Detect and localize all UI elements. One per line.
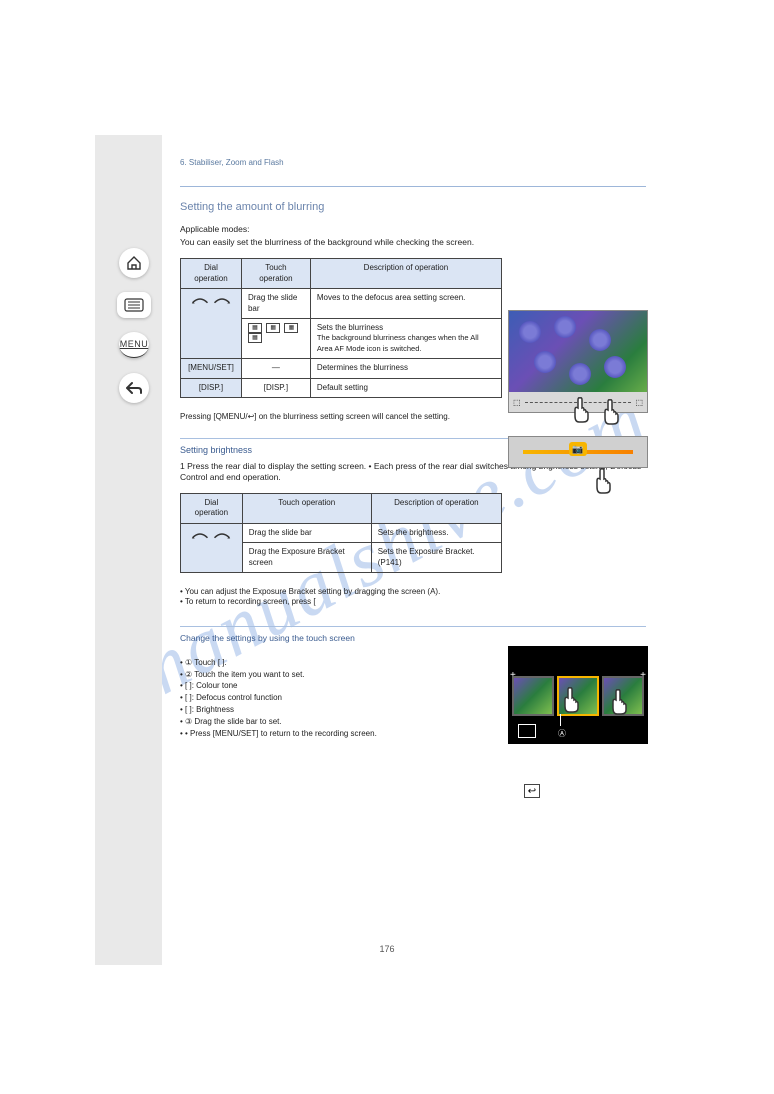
mode-icon: ▦ [284, 323, 298, 333]
home-icon[interactable] [119, 248, 149, 278]
desc-cell: Default setting [310, 378, 501, 397]
section-divider [180, 186, 646, 187]
desc-cell: Sets the brightness. [371, 523, 501, 542]
operations-table-2: Dial operation Touch operation Descripti… [180, 493, 502, 573]
touch-hand-icon [608, 688, 632, 716]
slider-right-icon: ⬚ [635, 398, 643, 407]
exposure-bracket-note: • You can adjust the Exposure Bracket se… [180, 587, 650, 597]
th-desc: Description of operation [371, 494, 501, 524]
desc-cell: Moves to the defocus area setting screen… [310, 289, 501, 319]
applicable-modes-label: Applicable modes: [180, 224, 650, 235]
af-mode-strip: 📷 [508, 436, 648, 468]
desc-cell: Determines the blurriness [310, 359, 501, 378]
mode-icon: ▦ [248, 333, 262, 343]
mode-icon: ▦ [248, 323, 262, 333]
dial-cell [181, 289, 242, 359]
dial-left-icon [191, 293, 209, 305]
dial-cell [181, 523, 243, 572]
mode-icon: ▦ [266, 323, 280, 333]
th-touch: Touch operation [242, 494, 371, 524]
touch-hand-icon [570, 396, 594, 424]
dial-right-icon [213, 528, 231, 540]
touch-cell: Drag the slide bar [241, 289, 310, 319]
touch-cell: Drag the Exposure Bracket screen [242, 543, 371, 573]
callout-A-label: Ⓐ [558, 728, 566, 739]
th-touch: Touch operation [241, 259, 310, 289]
breadcrumb: 6. Stabiliser, Zoom and Flash [180, 158, 284, 167]
dial-right-icon [213, 293, 231, 305]
bracket-thumb [512, 676, 554, 716]
page-number: 176 [0, 944, 774, 954]
back-icon[interactable] [119, 373, 149, 403]
section-lead: You can easily set the blurriness of the… [180, 237, 650, 248]
section-divider [180, 626, 646, 627]
desc-cell: Sets the blurriness The background blurr… [310, 318, 501, 358]
desc-cell: Sets the Exposure Bracket. (P141) [371, 543, 501, 573]
th-dial: Dial operation [181, 259, 242, 289]
section-title: Setting the amount of blurring [180, 200, 650, 214]
return-icon: ↩ [524, 784, 540, 798]
dial-left-icon [191, 528, 209, 540]
bracket-info-box [518, 724, 536, 738]
touch-hand-icon [560, 686, 584, 714]
return-instruction: • To return to recording screen, press [ [180, 597, 650, 607]
disp-cell: [DISP.] [181, 378, 242, 397]
operations-table-1: Dial operation Touch operation Descripti… [180, 258, 502, 398]
dash-cell: — [241, 359, 310, 378]
touch-hand-icon [600, 398, 624, 426]
touch-hand-icon [592, 467, 616, 495]
slider-left-icon: ⬚ [513, 398, 521, 407]
menu-button[interactable]: MENU [119, 332, 149, 358]
notes-title: Change the settings by using the touch s… [180, 633, 650, 644]
menu-label: MENU [120, 339, 149, 349]
menu-set-cell: [MENU/SET] [181, 359, 242, 378]
touch-cell: Drag the slide bar [242, 523, 371, 542]
th-desc: Description of operation [310, 259, 501, 289]
disp-cell2: [DISP.] [241, 378, 310, 397]
camera-icon: 📷 [569, 442, 587, 456]
touch-cell-modes: ▦ ▦ ▦ ▦ [241, 318, 310, 358]
list-icon[interactable] [117, 292, 151, 318]
th-dial: Dial operation [181, 494, 243, 524]
